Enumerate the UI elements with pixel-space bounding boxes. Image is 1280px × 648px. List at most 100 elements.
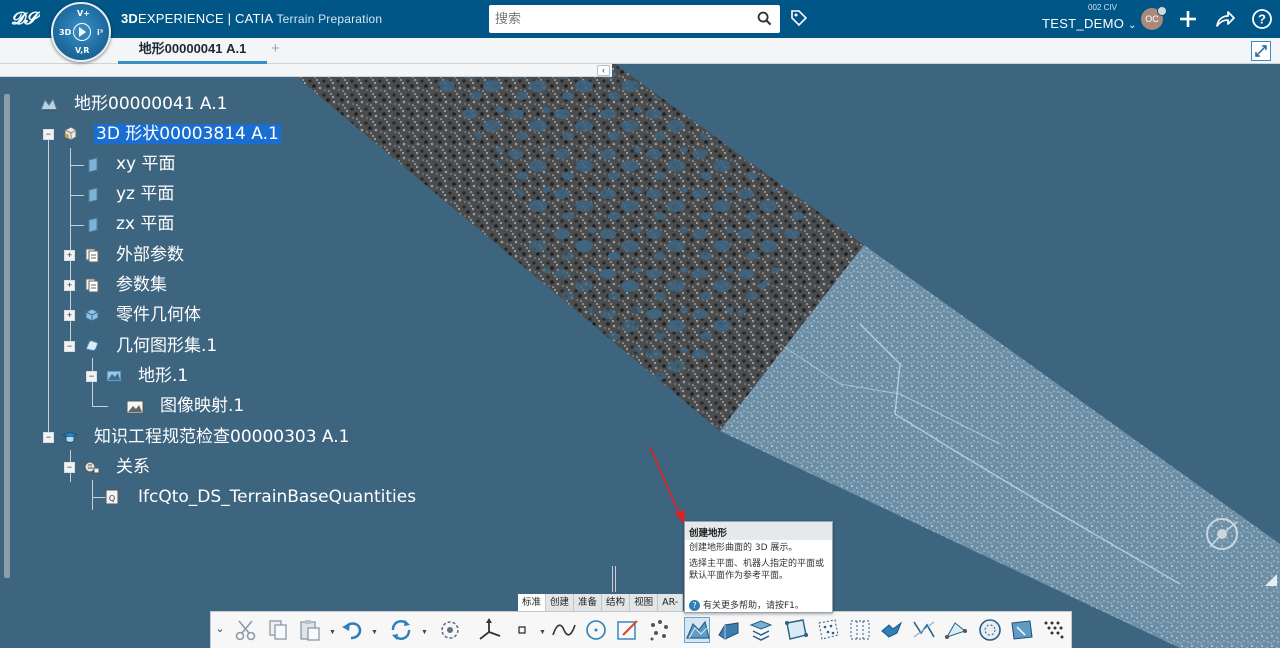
corner-resize-icon[interactable]: [1264, 573, 1278, 587]
tree-connector: [48, 132, 49, 438]
terrain-grid-icon[interactable]: [847, 617, 873, 643]
search-box[interactable]: [489, 5, 780, 33]
tree-toggle-collapse[interactable]: −: [64, 462, 75, 473]
tree-node-terrain-feature[interactable]: 地形.1: [138, 362, 188, 390]
plane-icon: [88, 217, 98, 233]
tree-scrollbar[interactable]: [4, 94, 10, 578]
tree-toggle-collapse[interactable]: −: [64, 341, 75, 352]
tree-node-label[interactable]: yz 平面: [116, 184, 174, 204]
section-tab-create[interactable]: 创建: [546, 594, 575, 611]
tree-node-yz-plane[interactable]: yz 平面: [116, 180, 174, 208]
share-icon[interactable]: [1214, 8, 1236, 30]
tree-node-label[interactable]: 地形.1: [138, 366, 188, 386]
spline-icon[interactable]: [551, 617, 577, 643]
chevron-down-icon[interactable]: ⌄: [1128, 20, 1137, 31]
add-icon[interactable]: [1177, 8, 1199, 30]
tree-node-3d-shape[interactable]: 3D 形状00003814 A.1: [94, 120, 281, 148]
terrain-solid-icon[interactable]: [716, 617, 742, 643]
tree-toggle-collapse[interactable]: −: [86, 371, 97, 382]
update-dropdown-icon[interactable]: ▼: [421, 629, 428, 636]
cut-icon[interactable]: [233, 617, 259, 643]
create-terrain-icon[interactable]: [684, 617, 710, 643]
update-icon[interactable]: [388, 617, 414, 643]
tree-node-ifc-quantities[interactable]: IfcQto_DS_TerrainBaseQuantities: [138, 483, 416, 511]
chevron-down-icon[interactable]: ⌄: [214, 622, 226, 635]
compass-right-label: i³: [97, 28, 104, 37]
3d-compass-widget[interactable]: V+ 3D i³ V,R: [51, 2, 111, 62]
view-navigation-icon[interactable]: [1202, 514, 1242, 554]
tree-node-label[interactable]: xy 平面: [116, 154, 176, 174]
terrain-boundary-icon[interactable]: [783, 617, 809, 643]
tree-node-label[interactable]: 零件几何体: [116, 305, 201, 325]
tree-node-label[interactable]: 知识工程规范检查00000303 A.1: [94, 427, 349, 447]
tag-icon[interactable]: [789, 8, 809, 28]
tree-toggle-expand[interactable]: +: [64, 310, 75, 321]
section-tab-ar[interactable]: AR-: [658, 594, 684, 611]
paste-icon[interactable]: [297, 617, 323, 643]
terrain-points-icon[interactable]: [1041, 617, 1067, 643]
top-bar: 𝓓𝓢 3DEXPERIENCE | CATIA Terrain Preparat…: [0, 0, 1280, 38]
terrain-feature-icon: [106, 370, 122, 382]
tree-node-parameter-set[interactable]: 参数集: [116, 271, 167, 299]
section-tab-structure[interactable]: 结构: [602, 594, 631, 611]
tree-toggle-expand[interactable]: +: [64, 280, 75, 291]
tree-node-label[interactable]: 地形00000041 A.1: [74, 94, 227, 114]
add-tab-icon[interactable]: +: [271, 40, 280, 57]
paste-dropdown-icon[interactable]: ▼: [329, 629, 336, 636]
help-icon[interactable]: ?: [1251, 8, 1273, 30]
collapse-panel-button[interactable]: ‹: [597, 65, 610, 76]
image-settings-icon[interactable]: [437, 617, 463, 643]
search-icon[interactable]: [757, 11, 772, 26]
tree-node-label[interactable]: 外部参数: [116, 245, 184, 265]
tree-node-image-mapping[interactable]: 图像映射.1: [160, 392, 244, 420]
terrain-project-icon[interactable]: [1009, 617, 1035, 643]
sketch-icon[interactable]: [615, 617, 641, 643]
fullscreen-button[interactable]: [1251, 41, 1271, 61]
tenant-label: 002 CIV: [1088, 3, 1117, 12]
circle-icon[interactable]: [583, 617, 609, 643]
play-icon[interactable]: [73, 23, 91, 41]
tree-node-geometrical-set[interactable]: 几何图形集.1: [116, 332, 217, 360]
dassault-logo-icon: 𝓓𝓢: [10, 6, 43, 30]
point-cloud-icon[interactable]: [647, 617, 673, 643]
terrain-compare-icon[interactable]: [911, 617, 937, 643]
create-terrain-tooltip: 创建地形 创建地形曲面的 3D 展示。 选择主平面、机器人指定的平面或默认平面作…: [684, 521, 833, 613]
tree-node-label[interactable]: 3D 形状00003814 A.1: [94, 124, 281, 144]
undo-dropdown-icon[interactable]: ▼: [371, 629, 378, 636]
tree-node-zx-plane[interactable]: zx 平面: [116, 210, 174, 238]
disc-icon[interactable]: [977, 617, 1003, 643]
tree-toggle-collapse[interactable]: −: [43, 129, 54, 140]
point-dropdown-icon[interactable]: ▼: [539, 629, 546, 636]
terrain-sample-icon[interactable]: [815, 617, 841, 643]
section-tab-standard[interactable]: 标准: [518, 594, 547, 611]
tree-node-knowledge-check[interactable]: 知识工程规范检查00000303 A.1: [94, 423, 349, 451]
user-name[interactable]: TEST_DEMO: [1042, 16, 1124, 31]
tree-node-label[interactable]: 几何图形集.1: [116, 336, 217, 356]
tree-node-label[interactable]: 关系: [116, 457, 150, 477]
tree-node-part-body[interactable]: 零件几何体: [116, 301, 201, 329]
tree-node-external-parameters[interactable]: 外部参数: [116, 241, 184, 269]
terrain-measure-icon[interactable]: [943, 617, 969, 643]
tree-node-label[interactable]: 参数集: [116, 275, 167, 295]
copy-icon[interactable]: [265, 617, 291, 643]
search-input[interactable]: [495, 9, 745, 29]
tree-node-label[interactable]: zx 平面: [116, 214, 174, 234]
undo-icon[interactable]: [339, 617, 365, 643]
section-tab-prepare[interactable]: 准备: [574, 594, 603, 611]
tab-terrain-document[interactable]: 地形00000041 A.1: [118, 38, 267, 64]
axis-system-icon[interactable]: [477, 617, 503, 643]
point-icon[interactable]: [509, 617, 535, 643]
tree-node-relations[interactable]: 关系: [116, 453, 150, 481]
tree-node-terrain-root[interactable]: 地形00000041 A.1: [74, 90, 227, 118]
toolbar-grip[interactable]: [612, 566, 616, 592]
tooltip-description: 创建地形曲面的 3D 展示。: [689, 543, 798, 553]
bird-icon[interactable]: [879, 617, 905, 643]
tree-node-xy-plane[interactable]: xy 平面: [116, 150, 176, 178]
tree-toggle-expand[interactable]: +: [64, 250, 75, 261]
section-tab-view[interactable]: 视图: [630, 594, 659, 611]
tree-node-label[interactable]: IfcQto_DS_TerrainBaseQuantities: [138, 487, 416, 507]
user-menu[interactable]: TEST_DEMO ⌄: [1042, 16, 1137, 31]
tree-node-label[interactable]: 图像映射.1: [160, 396, 244, 416]
terrain-trim-icon[interactable]: [748, 617, 774, 643]
tree-toggle-collapse[interactable]: −: [43, 432, 54, 443]
